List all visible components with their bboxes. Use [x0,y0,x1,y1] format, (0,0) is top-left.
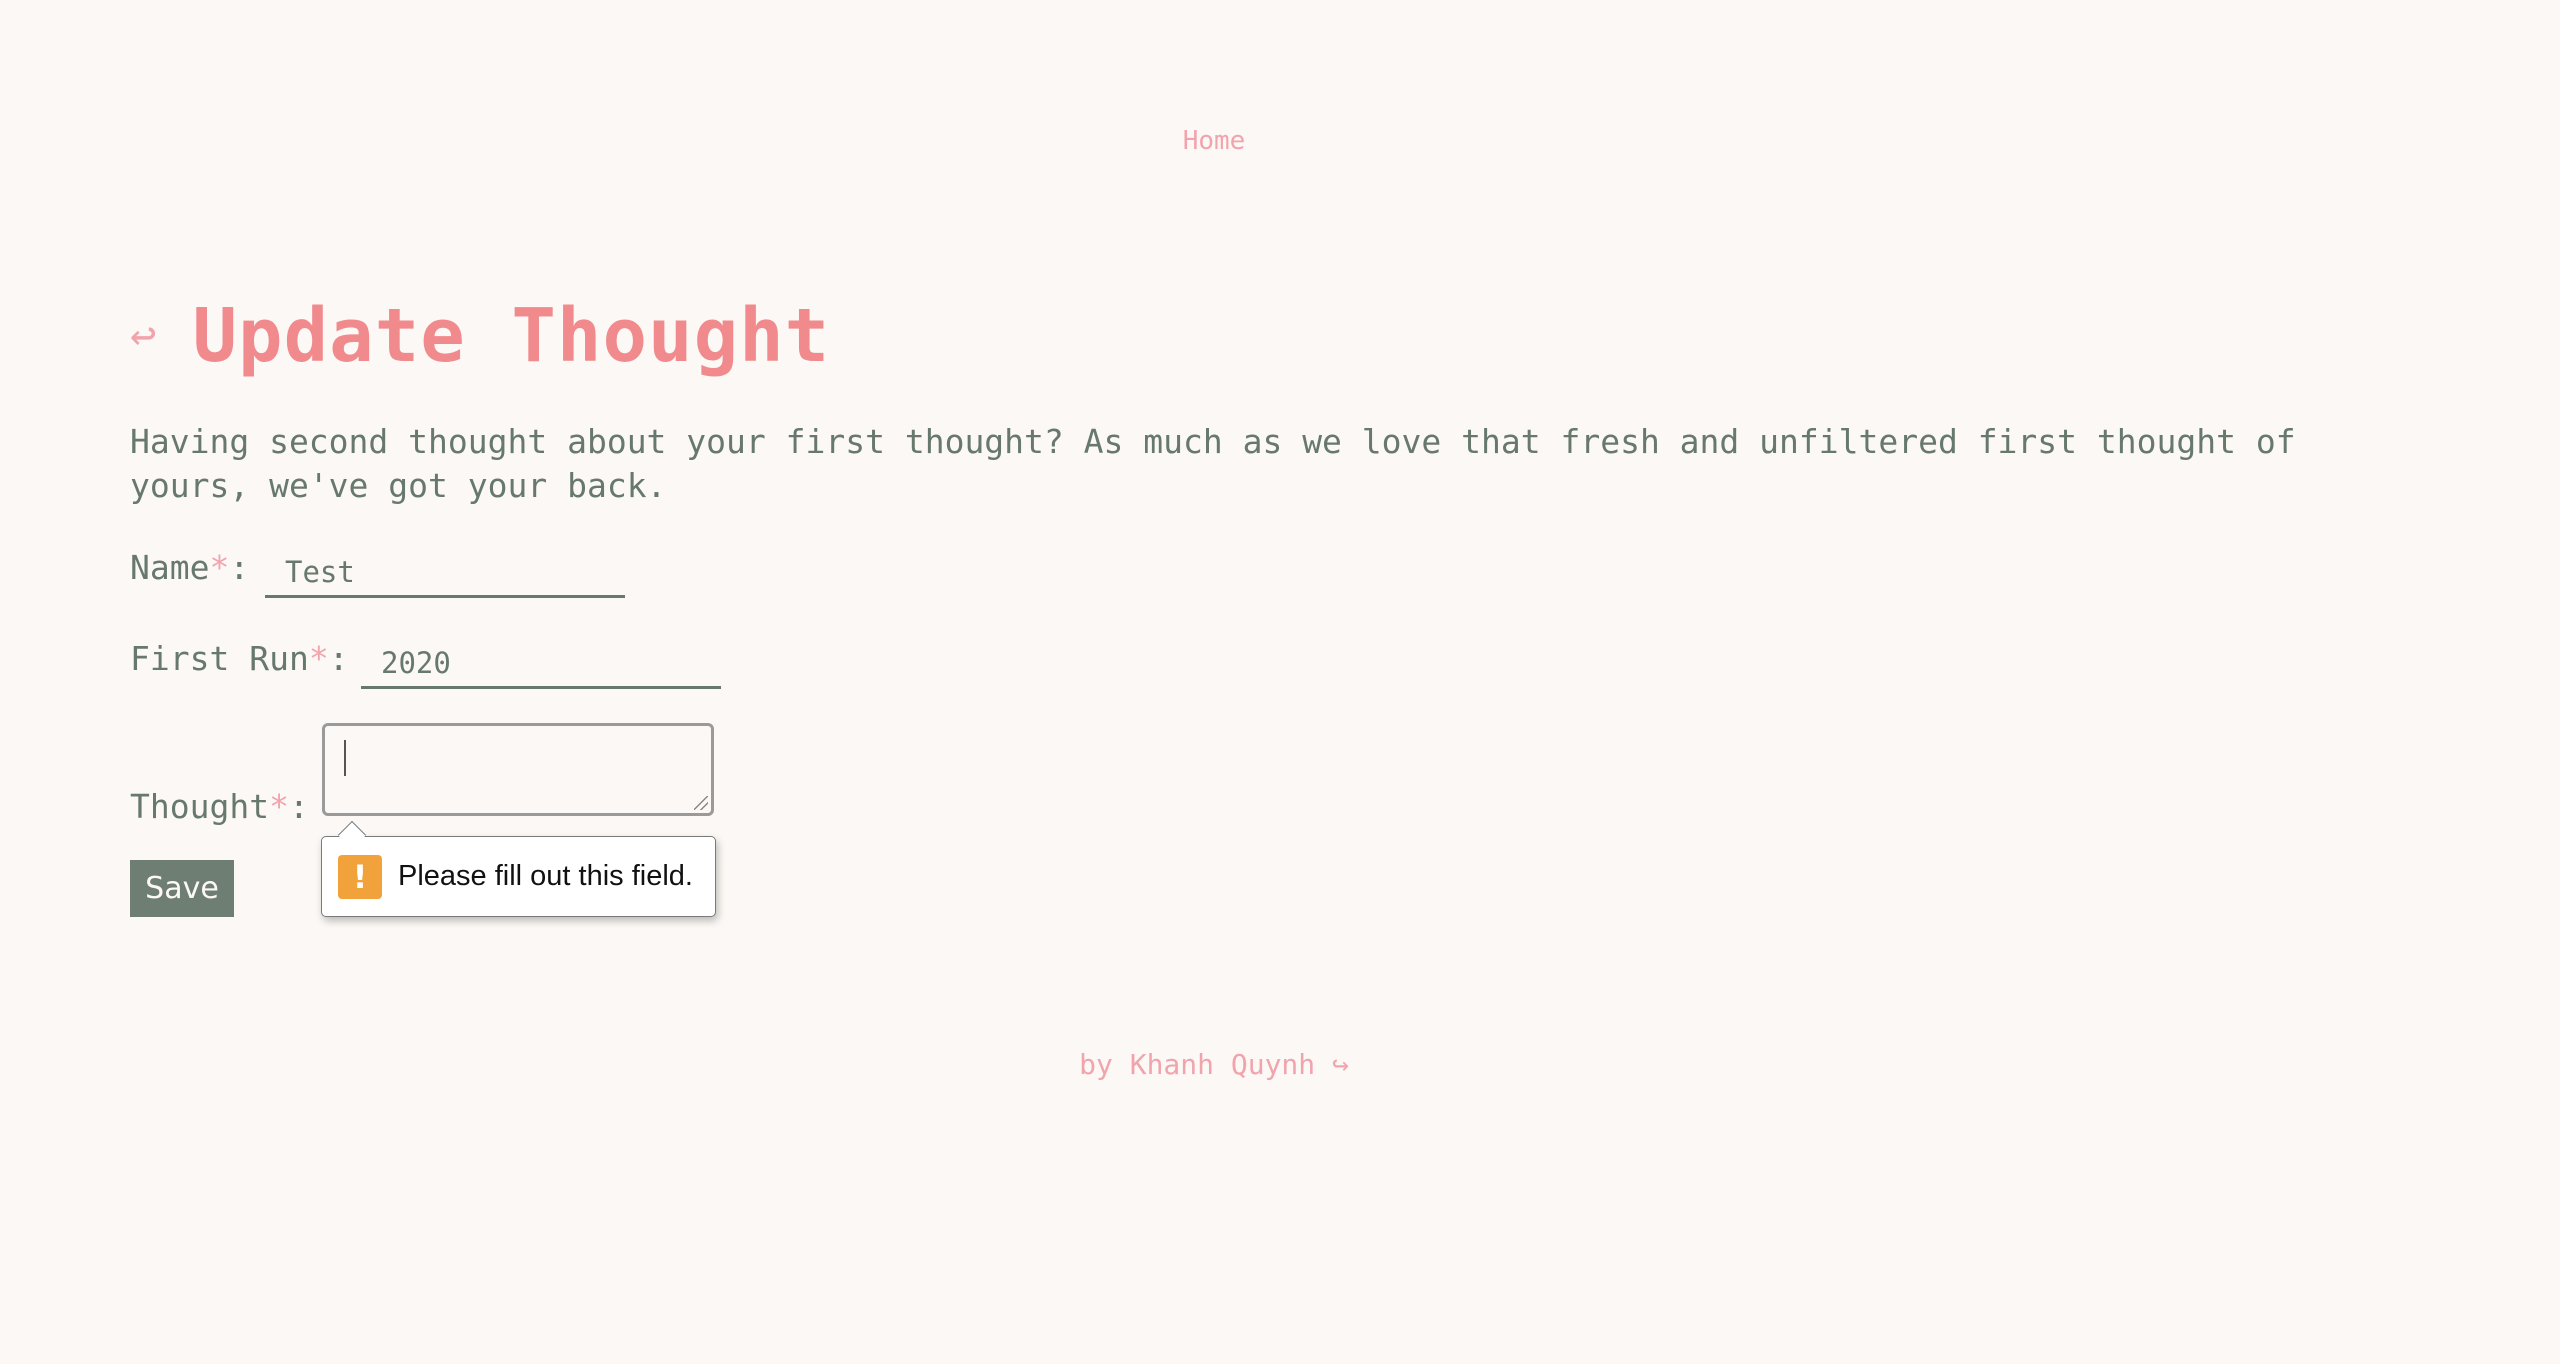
footer-credit-link[interactable]: by Khanh Quynh ↪ [0,1048,2428,1081]
title-row: ↩ Update Thought [130,293,830,379]
thought-label-text: Thought [130,787,270,826]
label-colon: : [229,548,250,587]
first-run-label: First Run*: [130,639,349,678]
first-run-label-text: First Run [130,639,309,678]
resize-handle-icon[interactable] [694,796,708,810]
warning-icon: ! [338,854,382,899]
thought-textarea[interactable] [322,723,714,816]
page: Home ↩ Update Thought Having second thou… [0,0,2560,1364]
nav-home-link[interactable]: Home [0,126,2428,156]
name-label: Name*: [130,548,249,587]
page-title: Update Thought [192,293,831,379]
name-input[interactable] [265,548,625,598]
label-colon: : [328,639,349,678]
thought-label: Thought*: [130,787,309,826]
validation-message: Please fill out this field. [398,860,693,892]
back-arrow-icon[interactable]: ↩ [130,314,157,358]
tooltip-pointer [337,820,367,850]
required-asterisk: * [269,787,289,826]
label-colon: : [288,787,309,826]
validation-tooltip: ! Please fill out this field. [321,820,716,917]
required-asterisk: * [209,548,230,587]
name-label-text: Name [130,548,210,587]
required-asterisk: * [308,639,329,678]
text-caret [344,740,346,776]
first-run-input[interactable] [361,639,721,689]
save-button[interactable]: Save [130,860,234,917]
page-description: Having second thought about your first t… [130,422,2296,505]
